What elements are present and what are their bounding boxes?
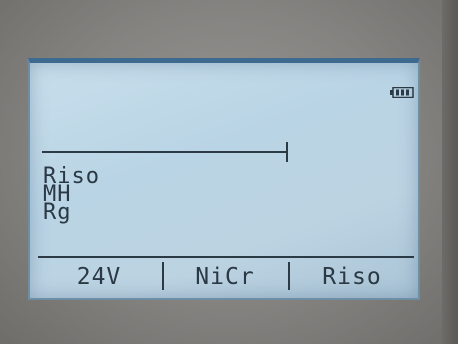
measurement-scale-line [42, 151, 288, 153]
softkey-mode[interactable]: Riso [290, 262, 414, 292]
info-line-rg: Rg [43, 200, 72, 225]
lcd-screen: Riso MH Rg 24V NiCr Riso [28, 58, 420, 300]
softkey-voltage[interactable]: 24V [38, 262, 160, 292]
softkey-material[interactable]: NiCr [164, 262, 286, 292]
battery-icon [390, 87, 414, 98]
measurement-scale-end-tick [286, 142, 288, 162]
device-bezel-edge [442, 0, 458, 344]
device-body: Riso MH Rg 24V NiCr Riso [0, 0, 458, 344]
softkey-bar: 24V NiCr Riso [38, 256, 414, 296]
